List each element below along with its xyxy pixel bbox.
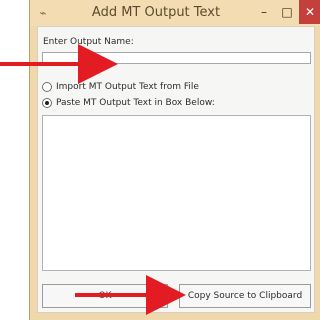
- pin-icon: ⌁: [39, 6, 47, 20]
- output-name-input[interactable]: [42, 52, 311, 64]
- close-button[interactable]: ✕: [299, 0, 320, 24]
- dialog-content: Enter Output Name: Import MT Output Text…: [37, 26, 315, 313]
- paste-radio-button[interactable]: [42, 98, 52, 108]
- mt-output-text-area[interactable]: [42, 115, 311, 271]
- import-option-label: Import MT Output Text from File: [56, 82, 199, 92]
- dialog-title: Add MT Output Text: [91, 5, 221, 20]
- input-caret: [43, 62, 71, 64]
- ok-button[interactable]: OK: [42, 284, 168, 308]
- add-mt-output-dialog: ⌁ Add MT Output Text – □ ✕ Enter Output …: [29, 0, 320, 320]
- paste-option-label: Paste MT Output Text in Box Below:: [56, 98, 215, 108]
- screenshot-stage: ⌁ Add MT Output Text – □ ✕ Enter Output …: [0, 0, 320, 320]
- minimize-button[interactable]: –: [254, 3, 274, 21]
- selected-radio-dot: [45, 101, 49, 105]
- title-bar[interactable]: ⌁ Add MT Output Text – □ ✕: [30, 0, 320, 26]
- import-radio-button[interactable]: [42, 82, 52, 92]
- copy-source-button[interactable]: Copy Source to Clipboard: [179, 284, 311, 308]
- output-name-label: Enter Output Name:: [43, 37, 134, 47]
- maximize-button[interactable]: □: [277, 3, 297, 21]
